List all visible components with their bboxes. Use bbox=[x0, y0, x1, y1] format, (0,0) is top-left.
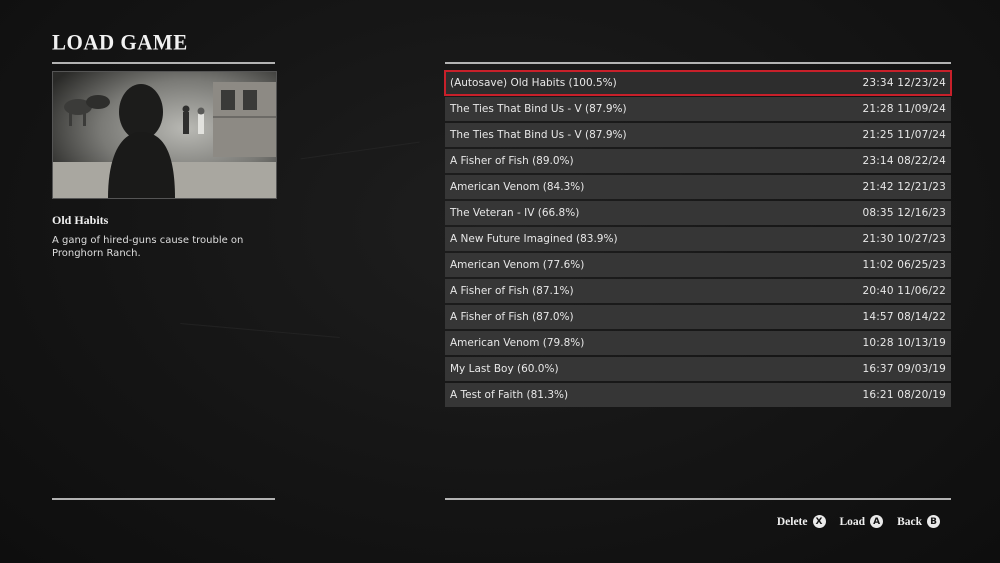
save-slot[interactable]: A Fisher of Fish (87.0%) 14:57 08/14/22 bbox=[445, 305, 951, 329]
mission-description: A gang of hired-guns cause trouble on Pr… bbox=[52, 235, 244, 259]
save-slot[interactable]: A Fisher of Fish (87.1%) 20:40 11/06/22 bbox=[445, 279, 951, 303]
save-name: A Fisher of Fish (89.0%) bbox=[450, 155, 574, 167]
delete-label: Delete bbox=[776, 515, 808, 528]
save-slot[interactable]: A New Future Imagined (83.9%) 21:30 10/2… bbox=[445, 227, 951, 251]
save-list: (Autosave) Old Habits (100.5%) 23:34 12/… bbox=[444, 70, 952, 409]
save-name: A Fisher of Fish (87.0%) bbox=[450, 311, 574, 323]
x-button-icon: X bbox=[812, 515, 826, 528]
save-timestamp: 16:21 08/20/19 bbox=[862, 389, 946, 401]
save-timestamp: 20:40 11/06/22 bbox=[862, 285, 946, 297]
save-slot[interactable]: My Last Boy (60.0%) 16:37 09/03/19 bbox=[445, 357, 951, 381]
save-slot[interactable]: A Test of Faith (81.3%) 16:21 08/20/19 bbox=[445, 383, 951, 407]
save-name: American Venom (84.3%) bbox=[450, 181, 585, 193]
save-name: The Ties That Bind Us - V (87.9%) bbox=[450, 103, 627, 115]
mission-preview-image bbox=[52, 71, 277, 199]
save-name: My Last Boy (60.0%) bbox=[450, 363, 559, 375]
save-timestamp: 16:37 09/03/19 bbox=[862, 363, 946, 375]
save-timestamp: 21:30 10/27/23 bbox=[862, 233, 946, 245]
save-timestamp: 21:28 11/09/24 bbox=[862, 103, 946, 115]
save-timestamp: 21:25 11/07/24 bbox=[862, 129, 946, 141]
save-name: American Venom (77.6%) bbox=[450, 259, 585, 271]
save-slot[interactable]: American Venom (79.8%) 10:28 10/13/19 bbox=[445, 331, 951, 355]
save-name: A Fisher of Fish (87.1%) bbox=[450, 285, 574, 297]
save-name: A Test of Faith (81.3%) bbox=[450, 389, 569, 401]
save-timestamp: 23:34 12/23/24 bbox=[862, 77, 946, 89]
background-scratch bbox=[300, 141, 420, 160]
a-button-icon: A bbox=[870, 515, 884, 528]
b-button-icon: B bbox=[927, 515, 940, 528]
save-slot[interactable]: A Fisher of Fish (89.0%) 23:14 08/22/24 bbox=[445, 149, 951, 173]
save-slot[interactable]: American Venom (77.6%) 11:02 06/25/23 bbox=[445, 253, 951, 277]
right-top-divider bbox=[445, 62, 951, 64]
save-slot[interactable]: The Veteran - IV (66.8%) 08:35 12/16/23 bbox=[445, 201, 951, 225]
save-name: The Ties That Bind Us - V (87.9%) bbox=[450, 129, 627, 141]
save-name: (Autosave) Old Habits (100.5%) bbox=[450, 77, 617, 89]
delete-button[interactable]: Delete X bbox=[777, 515, 826, 528]
save-timestamp: 10:28 10/13/19 bbox=[862, 337, 946, 349]
left-bottom-divider bbox=[52, 498, 275, 500]
save-slot[interactable]: The Ties That Bind Us - V (87.9%) 21:25 … bbox=[445, 123, 951, 147]
save-slot[interactable]: The Ties That Bind Us - V (87.9%) 21:28 … bbox=[445, 97, 951, 121]
load-button[interactable]: Load A bbox=[840, 515, 884, 528]
back-button[interactable]: Back B bbox=[897, 515, 940, 528]
save-timestamp: 14:57 08/14/22 bbox=[862, 311, 946, 323]
page-title: LOAD GAME bbox=[52, 29, 188, 55]
save-slot[interactable]: American Venom (84.3%) 21:42 12/21/23 bbox=[445, 175, 951, 199]
back-label: Back bbox=[897, 515, 922, 528]
mission-title: Old Habits bbox=[52, 213, 109, 227]
save-name: A New Future Imagined (83.9%) bbox=[450, 233, 618, 245]
left-top-divider bbox=[52, 62, 275, 64]
button-prompts: Delete X Load A Back B bbox=[777, 515, 940, 528]
save-timestamp: 21:42 12/21/23 bbox=[862, 181, 946, 193]
background-scratch bbox=[180, 323, 340, 338]
load-label: Load bbox=[839, 515, 866, 528]
right-bottom-divider bbox=[445, 498, 951, 500]
save-timestamp: 23:14 08/22/24 bbox=[862, 155, 946, 167]
save-name: The Veteran - IV (66.8%) bbox=[450, 207, 580, 219]
save-timestamp: 11:02 06/25/23 bbox=[862, 259, 946, 271]
save-slot[interactable]: (Autosave) Old Habits (100.5%) 23:34 12/… bbox=[444, 70, 952, 96]
save-timestamp: 08:35 12/16/23 bbox=[862, 207, 946, 219]
save-name: American Venom (79.8%) bbox=[450, 337, 585, 349]
